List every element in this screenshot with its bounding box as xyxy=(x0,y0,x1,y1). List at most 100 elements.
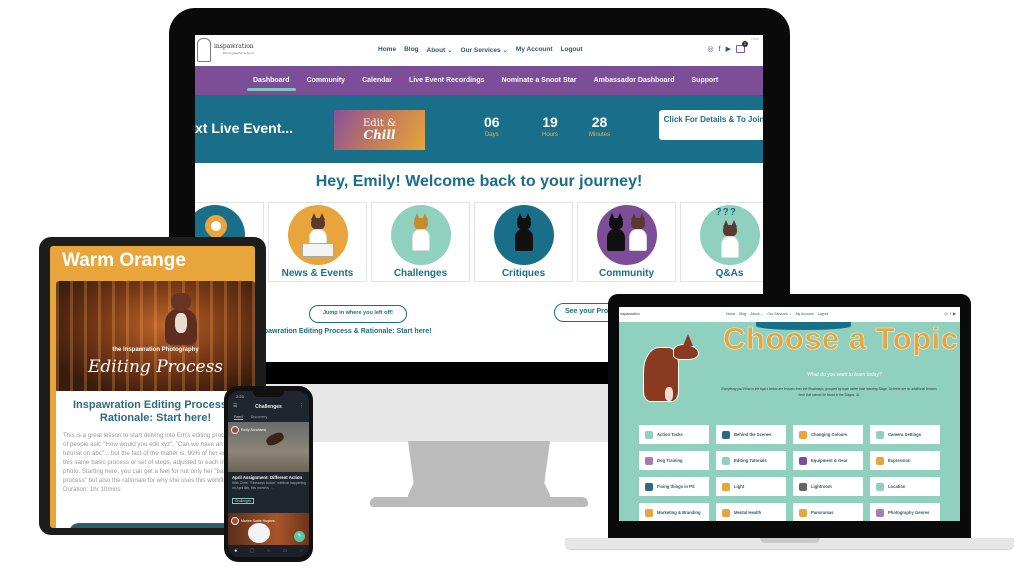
cart-count-badge: 1 xyxy=(742,41,748,47)
dashboard-subnav: Dashboard Community Calendar Live Event … xyxy=(195,66,763,95)
topic-card[interactable]: Behind the Scenes xyxy=(716,425,786,444)
topic-card[interactable]: Location xyxy=(870,477,940,496)
tile-critiques[interactable]: Critiques xyxy=(474,202,573,282)
topic-label: Changing Colours xyxy=(811,432,848,437)
nav-logout[interactable]: Logout xyxy=(818,312,829,316)
current-lesson-link[interactable]: spawration Editing Process & Rationale: … xyxy=(260,328,432,335)
subnav-dashboard[interactable]: Dashboard xyxy=(247,77,296,91)
tile-community[interactable]: Community xyxy=(577,202,676,282)
profile-icon[interactable]: ◌ xyxy=(300,548,303,554)
post-title[interactable]: April Assignment: Different Action xyxy=(232,475,302,480)
nav-about[interactable]: About ⌄ xyxy=(750,312,763,316)
tile-challenges[interactable]: Challenges xyxy=(371,202,470,282)
topic-card[interactable]: Editing Tutorials xyxy=(716,451,786,470)
see-more-button[interactable]: See More xyxy=(69,523,249,528)
nav-our-services[interactable]: Our Services ⌄ xyxy=(767,312,791,316)
topic-label: Equipment & Gear xyxy=(811,458,848,463)
dog-illustration xyxy=(627,213,649,252)
chat-icon[interactable]: ▢ xyxy=(250,548,255,554)
subnav-ambassador-dashboard[interactable]: Ambassador Dashboard xyxy=(594,77,675,84)
topic-card[interactable]: Light xyxy=(716,477,786,496)
avatar xyxy=(231,426,239,434)
nav-about[interactable]: About ⌄ xyxy=(427,46,453,54)
topic-card[interactable]: Panoramas xyxy=(793,503,863,521)
subnav-support[interactable]: Support xyxy=(692,77,719,84)
jump-in-button[interactable]: Jump in where you left off! xyxy=(309,305,407,323)
nav-blog[interactable]: Blog xyxy=(404,46,418,54)
post-image[interactable]: Emily Abrahams xyxy=(228,422,309,472)
topic-card[interactable]: Fixing things in PS xyxy=(639,477,709,496)
laptop-logo[interactable]: inspawration xyxy=(620,312,640,316)
dog-glasses-icon xyxy=(390,205,451,265)
dogs-hug-icon xyxy=(596,205,657,265)
topic-card[interactable]: Mental Health xyxy=(716,503,786,521)
header-hint: How xyxy=(750,36,759,41)
nav-our-services[interactable]: Our Services ⌄ xyxy=(461,46,508,54)
phone-tabs: Feed Discovery xyxy=(234,415,267,420)
topic-card[interactable]: Lightroom xyxy=(793,477,863,496)
event-details-button[interactable]: Click For Details & To Join xyxy=(659,110,763,140)
topic-card[interactable]: Changing Colours xyxy=(793,425,863,444)
topic-card[interactable]: Action Tasks xyxy=(639,425,709,444)
youtube-icon[interactable]: ▶ xyxy=(726,45,731,53)
subnav-community[interactable]: Community xyxy=(307,77,346,84)
topic-label: Photography Genres xyxy=(888,510,930,515)
next-live-event-bar: xt Live Event... Edit & Chill 06 Days 19… xyxy=(195,95,763,163)
lesson-description: This is a great lesson to start delving … xyxy=(63,432,250,493)
phone-screen: 2:23 ☰ Challenges ⋮ Feed Discovery Emily… xyxy=(228,391,309,557)
tile-news-events[interactable]: News & Events xyxy=(268,202,367,282)
home-icon[interactable]: ● xyxy=(234,548,237,554)
tile-qas[interactable]: ??? Q&As xyxy=(680,202,763,282)
instagram-icon[interactable]: ◎ xyxy=(944,311,948,316)
topic-card[interactable]: Expression xyxy=(870,451,940,470)
dog-illustration xyxy=(719,220,741,259)
subnav-live-event-recordings[interactable]: Live Event Recordings xyxy=(409,77,484,84)
event-banner-edit-chill[interactable]: Edit & Chill xyxy=(334,110,425,150)
compose-pencil-icon[interactable]: ✎ xyxy=(294,531,305,542)
topic-label: Camera Settings xyxy=(888,432,922,437)
countdown-value: 19 xyxy=(542,114,558,130)
topic-card[interactable]: Marketing & Branding xyxy=(639,503,709,521)
search-icon[interactable]: ○ xyxy=(267,548,270,554)
countdown-minutes: 28 Minutes xyxy=(589,114,610,139)
dog-newspaper-icon xyxy=(287,205,348,265)
nav-home[interactable]: Home xyxy=(378,46,396,54)
topic-card[interactable]: Equipment & Gear xyxy=(793,451,863,470)
dog-illustration xyxy=(513,213,535,252)
tab-feed[interactable]: Feed xyxy=(234,415,243,420)
messages-icon[interactable]: ▭ xyxy=(282,548,287,554)
instagram-icon[interactable]: ◎ xyxy=(708,45,714,53)
nav-my-account[interactable]: My Account xyxy=(796,312,814,316)
topic-icon xyxy=(799,482,807,491)
facebook-icon[interactable]: f xyxy=(950,311,951,316)
topic-label: Action Tasks xyxy=(657,432,683,437)
topic-icon xyxy=(876,482,884,491)
nav-my-account[interactable]: My Account xyxy=(516,46,553,54)
laptop-notch xyxy=(760,538,820,543)
post-tag[interactable]: Challenges xyxy=(232,498,254,504)
topic-card[interactable]: Camera Settings xyxy=(870,425,940,444)
topic-card[interactable]: Photography Genres xyxy=(870,503,940,521)
post-author: Emily Abrahams xyxy=(231,426,266,434)
dog-illustration-icon xyxy=(641,332,711,407)
subnav-nominate-snoot-star[interactable]: Nominate a Snoot Star xyxy=(502,77,577,84)
logo-subtext: Photography School xyxy=(223,51,254,55)
more-icon[interactable]: ⋮ xyxy=(299,403,304,409)
topic-card[interactable]: Dog Training xyxy=(639,451,709,470)
topic-icon xyxy=(722,430,730,439)
tab-discovery[interactable]: Discovery xyxy=(251,415,268,420)
topic-icon xyxy=(645,430,653,439)
logo-text: inspawration xyxy=(214,43,254,50)
topic-label: Editing Tutorials xyxy=(734,458,767,463)
countdown-days: 06 Days xyxy=(484,115,500,139)
nav-home[interactable]: Home xyxy=(726,312,735,316)
youtube-icon[interactable]: ▶ xyxy=(953,311,956,316)
subnav-calendar[interactable]: Calendar xyxy=(362,77,392,84)
countdown-value: 28 xyxy=(591,114,608,130)
nav-blog[interactable]: Blog xyxy=(739,312,746,316)
nav-logout[interactable]: Logout xyxy=(561,46,583,54)
site-logo[interactable]: inspawration Photography School xyxy=(197,38,254,62)
facebook-icon[interactable]: f xyxy=(719,46,721,53)
cart-icon[interactable]: 1 xyxy=(736,41,748,53)
dog-illustration xyxy=(410,213,432,252)
